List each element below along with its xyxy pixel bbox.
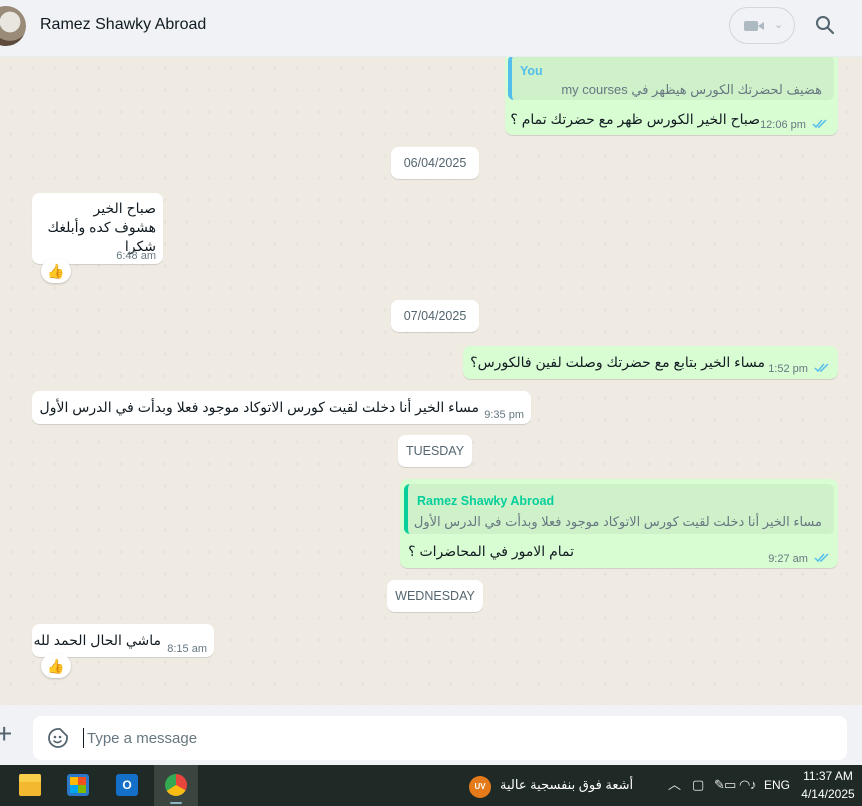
outlook-icon[interactable]: O	[105, 765, 149, 806]
message-bubble-outgoing[interactable]: You هضيف لحضرتك الكورس هيظهر في my cours…	[505, 57, 838, 135]
message-meta: 9:27 am	[768, 550, 830, 569]
search-icon[interactable]	[815, 15, 835, 35]
uv-badge[interactable]: UV	[469, 776, 491, 798]
clock-date[interactable]: 4/14/2025	[800, 787, 856, 801]
quoted-text: مساء الخير أنا دخلت لقيت كورس الاتوكاد م…	[413, 514, 822, 529]
chat-messages-area[interactable]: You هضيف لحضرتك الكورس هيظهر في my cours…	[0, 57, 862, 705]
message-line: صباح الخير	[93, 200, 156, 216]
chrome-icon[interactable]	[154, 765, 198, 806]
contact-avatar[interactable]	[0, 6, 26, 46]
message-text: تمام الامور في المحاضرات ؟	[408, 543, 574, 559]
message-time: 9:35 pm	[484, 409, 524, 421]
plus-icon[interactable]: +	[0, 720, 12, 748]
video-camera-icon	[744, 21, 764, 31]
microsoft-store-glyph	[67, 774, 89, 796]
microsoft-store-icon[interactable]	[56, 765, 100, 806]
chrome-glyph	[165, 774, 187, 796]
volume-icon[interactable]: ♪	[750, 778, 757, 792]
message-text: مساء الخير أنا دخلت لقيت كورس الاتوكاد م…	[39, 399, 479, 415]
message-meta: 1:52 pm	[768, 360, 830, 379]
language-indicator[interactable]: ENG	[764, 778, 790, 792]
message-meta: 12:06 pm	[760, 116, 828, 135]
date-separator: 07/04/2025	[391, 300, 479, 332]
display-icon[interactable]: ▭	[724, 778, 736, 792]
read-ticks-icon	[814, 363, 829, 373]
read-ticks-icon	[814, 553, 829, 563]
message-text: صباح الخير الكورس ظهر مع حضرتك تمام ؟	[510, 111, 760, 127]
message-time: 9:27 am	[768, 553, 808, 565]
quoted-author: Ramez Shawky Abroad	[417, 494, 555, 508]
message-input-box[interactable]	[33, 716, 847, 760]
file-explorer-glyph	[19, 774, 41, 796]
message-time: 6:48 am	[116, 250, 156, 262]
message-line: هشوف كده وأبلغك	[47, 219, 156, 235]
message-composer: +	[0, 705, 862, 765]
message-bubble-outgoing[interactable]: Ramez Shawky Abroad مساء الخير أنا دخلت …	[400, 479, 838, 568]
message-time: 1:52 pm	[768, 363, 808, 375]
weather-text[interactable]: أشعة فوق بنفسجية عالية	[500, 777, 633, 793]
quoted-text: هضيف لحضرتك الكورس هيظهر في my courses	[561, 82, 822, 97]
message-time: 8:15 am	[167, 643, 207, 655]
message-text: ماشي الحال الحمد لله	[33, 632, 161, 648]
reaction-thumbs-up[interactable]: 👍	[41, 259, 71, 283]
chevron-down-icon: ⌄	[774, 19, 784, 31]
meet-now-icon[interactable]: ▢	[692, 778, 704, 792]
message-time: 12:06 pm	[760, 119, 806, 131]
sticker-icon[interactable]	[47, 727, 69, 749]
quoted-author: You	[520, 64, 543, 78]
contact-name[interactable]: Ramez Shawky Abroad	[40, 16, 206, 34]
reaction-thumbs-up[interactable]: 👍	[41, 654, 71, 678]
active-app-indicator	[170, 802, 182, 804]
message-input[interactable]	[83, 728, 803, 748]
chat-header[interactable]: Ramez Shawky Abroad ⌄	[0, 0, 862, 57]
read-ticks-icon	[812, 119, 827, 129]
date-separator: WEDNESDAY	[387, 580, 483, 612]
video-call-button[interactable]: ⌄	[729, 7, 795, 44]
message-text: مساء الخير بتابع مع حضرتك وصلت لفين فالك…	[470, 354, 765, 370]
quoted-message[interactable]: You هضيف لحضرتك الكورس هيظهر في my cours…	[508, 57, 834, 100]
windows-taskbar: O UV أشعة فوق بنفسجية عالية ︿ ▢ ✎ ▭ ◠ ♪ …	[0, 765, 862, 806]
file-explorer-icon[interactable]	[8, 765, 52, 806]
message-bubble-incoming[interactable]: ماشي الحال الحمد لله 8:15 am	[32, 624, 214, 657]
message-bubble-outgoing[interactable]: مساء الخير بتابع مع حضرتك وصلت لفين فالك…	[463, 346, 838, 379]
date-separator: 06/04/2025	[391, 147, 479, 179]
wifi-icon[interactable]: ◠	[739, 778, 750, 792]
outlook-glyph: O	[116, 774, 138, 796]
message-bubble-incoming[interactable]: صباح الخير هشوف كده وأبلغك شكرا 6:48 am	[32, 193, 163, 264]
chevron-up-icon[interactable]: ︿	[668, 778, 681, 792]
date-separator: TUESDAY	[398, 435, 472, 467]
message-bubble-incoming[interactable]: مساء الخير أنا دخلت لقيت كورس الاتوكاد م…	[32, 391, 531, 424]
quoted-message[interactable]: Ramez Shawky Abroad مساء الخير أنا دخلت …	[404, 484, 834, 534]
clock-time[interactable]: 11:37 AM	[800, 769, 856, 783]
